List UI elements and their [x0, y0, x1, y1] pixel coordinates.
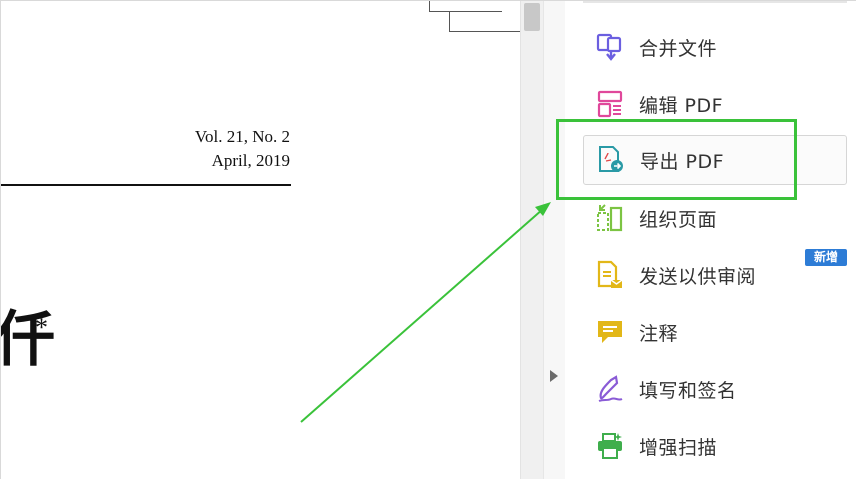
fill-sign-icon: [595, 374, 625, 404]
combine-files-icon: [595, 32, 625, 62]
tool-label: 注释: [639, 322, 679, 345]
tool-label: 发送以供审阅: [639, 265, 757, 288]
edit-pdf-icon: [595, 89, 625, 119]
tool-organize-pages[interactable]: 组织页面: [583, 193, 847, 243]
tool-label: 增强扫描: [639, 436, 718, 459]
tool-label: 编辑 PDF: [639, 94, 724, 117]
panel-collapse-strip[interactable]: [543, 1, 566, 479]
tool-enhance-scan[interactable]: 增强扫描: [583, 421, 847, 471]
header-rule: [1, 184, 291, 186]
pdf-document-page[interactable]: Vol. 21, No. 2 April, 2019 仟 *: [1, 1, 520, 479]
expand-arrow-icon[interactable]: [550, 370, 558, 382]
journal-date: April, 2019: [211, 151, 290, 170]
new-feature-badge: 新增: [805, 249, 847, 266]
send-for-review-icon: [595, 260, 625, 290]
vertical-scrollbar[interactable]: [520, 1, 543, 479]
enhance-scan-icon: [595, 431, 625, 461]
tool-fill-sign[interactable]: 填写和签名: [583, 364, 847, 414]
scrollbar-thumb[interactable]: [524, 3, 540, 31]
tool-label: 合并文件: [639, 37, 718, 60]
journal-volume: Vol. 21, No. 2: [194, 127, 290, 146]
tool-comment[interactable]: 注释: [583, 307, 847, 357]
comment-icon: [595, 317, 625, 347]
tool-label: 组织页面: [639, 208, 718, 231]
panel-top-divider: [583, 1, 847, 3]
tool-combine-files[interactable]: 合并文件: [583, 22, 847, 72]
journal-meta: Vol. 21, No. 2 April, 2019: [195, 125, 290, 173]
highlight-box: [556, 119, 797, 200]
tools-panel: 合并文件 编辑 PDF 导出 PDF 组织页面 发送以供审阅 注释 填写和签名 …: [565, 1, 856, 479]
tool-label: 填写和签名: [639, 379, 737, 402]
page-edge-line: [449, 11, 520, 32]
footnote-mark: *: [35, 313, 48, 342]
organize-pages-icon: [595, 203, 625, 233]
